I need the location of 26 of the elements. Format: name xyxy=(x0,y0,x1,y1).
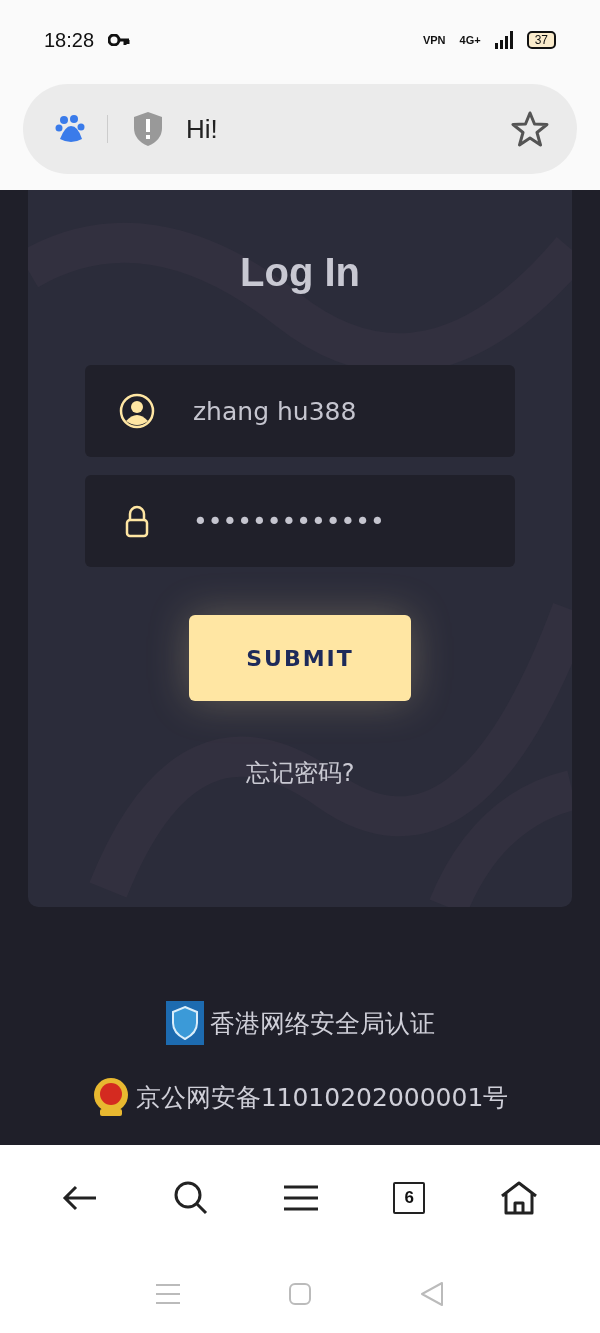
submit-button[interactable]: SUBMIT xyxy=(189,615,411,701)
network-type: 4G+ xyxy=(459,34,481,46)
search-button[interactable] xyxy=(172,1179,209,1216)
password-field[interactable]: ••••••••••••• xyxy=(193,506,493,536)
certification-text: 京公网安备11010202000001号 xyxy=(135,1081,509,1114)
forgot-password-link[interactable]: 忘记密码? xyxy=(245,757,355,789)
login-title: Log In xyxy=(240,250,360,295)
user-icon xyxy=(119,393,155,429)
shield-icon xyxy=(132,111,164,147)
menu-button[interactable] xyxy=(283,1184,318,1211)
home-button[interactable] xyxy=(500,1180,539,1215)
star-icon[interactable] xyxy=(511,111,549,147)
emblem-icon xyxy=(91,1077,130,1117)
certification-text: 香港网络安全局认证 xyxy=(209,1007,435,1040)
key-icon xyxy=(108,34,131,46)
battery-level: 37 xyxy=(526,31,556,49)
tabs-button[interactable]: 6 xyxy=(393,1181,426,1214)
address-bar[interactable]: Hi! xyxy=(23,84,577,174)
signal-icon xyxy=(494,31,513,49)
paw-icon xyxy=(55,113,87,145)
shield-icon xyxy=(165,1001,204,1045)
vpn-indicator: VPN xyxy=(422,34,446,46)
clock-time: 18:28 xyxy=(44,28,95,52)
page-title: Hi! xyxy=(186,113,218,145)
username-field[interactable]: zhang hu388 xyxy=(193,396,493,426)
back-button[interactable] xyxy=(61,1183,98,1212)
